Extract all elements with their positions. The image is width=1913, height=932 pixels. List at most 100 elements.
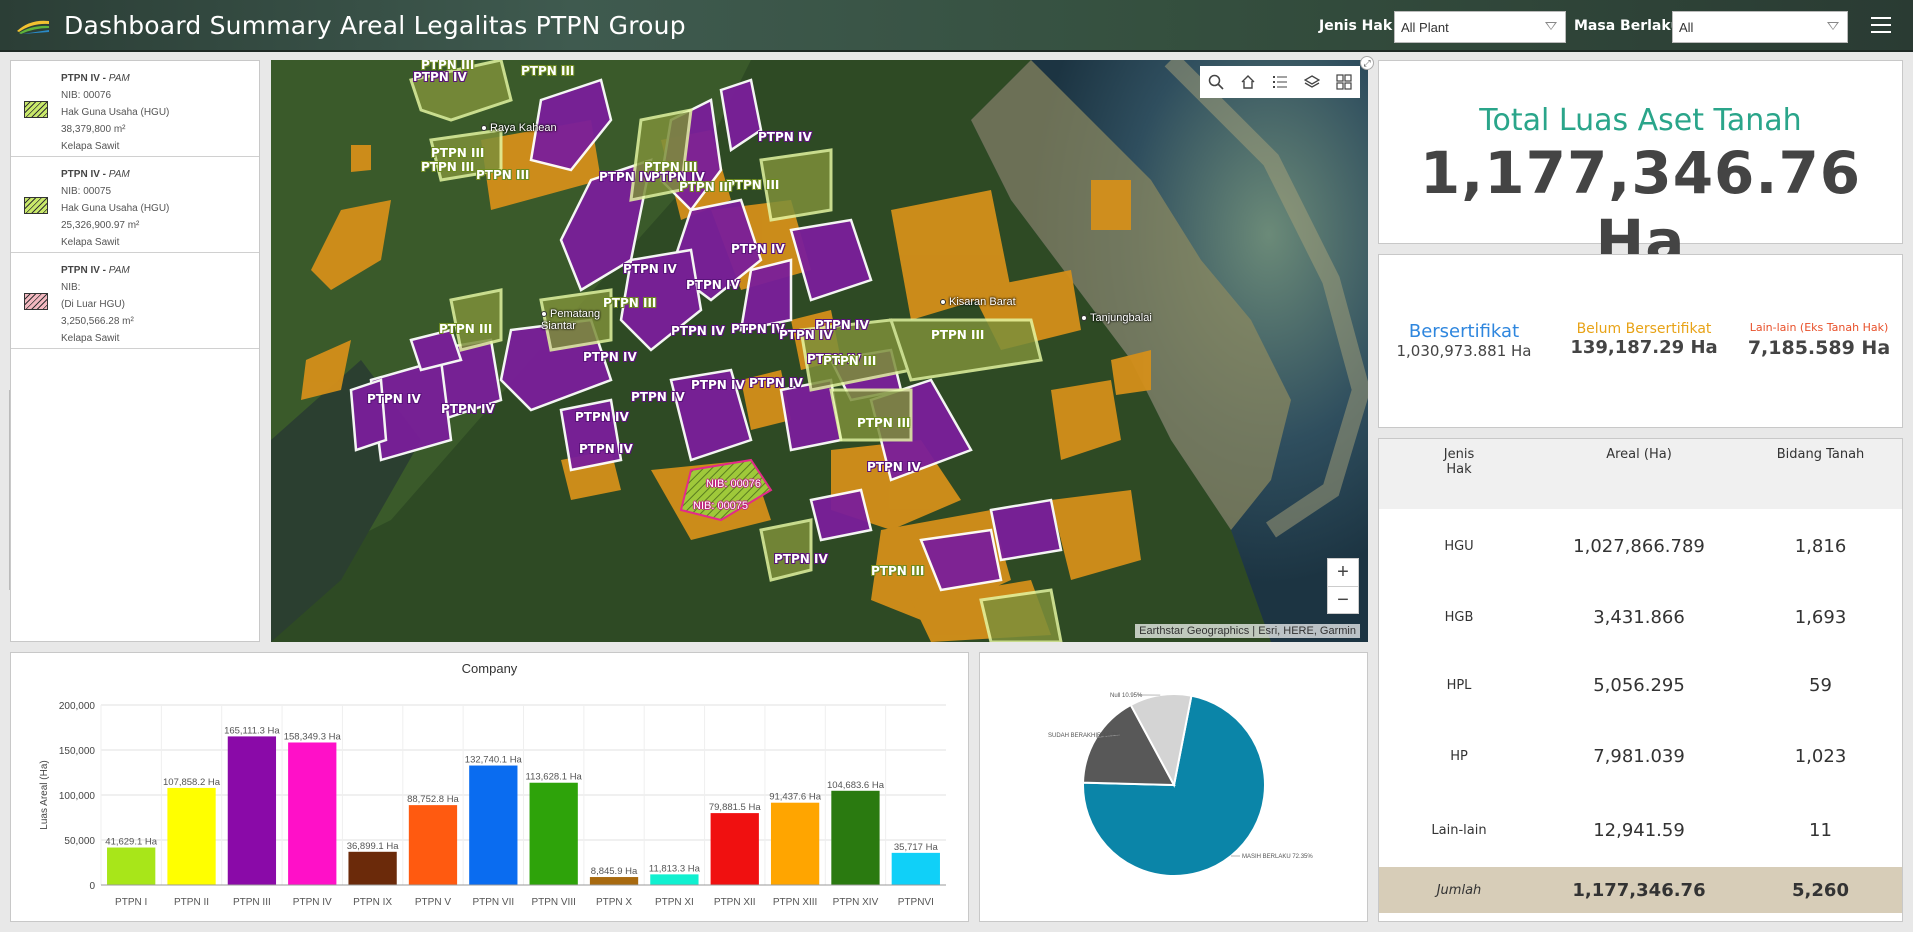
lain-lain-value: 7,185.589 Ha [1747,337,1891,359]
list-item-komoditas: Kelapa Sawit [61,333,120,344]
y-tick-label: 50,000 [64,836,95,847]
x-tick-label: PTPN X [596,897,632,908]
feature-list-item[interactable]: PTPN IV - PAM NIB: 00076 Hak Guna Usaha (H… [11,61,259,157]
hamburger-menu-icon[interactable] [1871,17,1891,33]
basemap-gallery-icon[interactable] [1328,66,1360,98]
x-tick-label: PTPN XIV [833,897,879,908]
map-label-ptpn-iv: PTPN IV [691,378,745,392]
list-item-hak: (Di Luar HGU) [61,299,125,310]
list-item-komoditas: Kelapa Sawit [61,141,120,152]
bar-ptpn-viii [529,782,578,885]
bar-data-label: 91,437.6 Ha [769,792,821,803]
hatch-symbol-icon [24,101,48,118]
jenis-hak-select[interactable]: All Plant [1394,11,1566,43]
table-row: HP 7,981.039 1,023 [1379,719,1902,793]
x-tick-label: PTPN V [415,897,451,908]
cell-bidang: 1,816 [1794,535,1847,557]
bar-data-label: 158,349.3 Ha [284,731,342,742]
pie-slice-label: SUDAH BERAKHIR 16.7% [1048,733,1121,739]
feature-list-panel: PTPN IV - PAM NIB: 00076 Hak Guna Usaha (H… [10,60,260,642]
dashboard-title: Dashboard Summary Areal Legalitas PTPN G… [64,11,686,40]
bar-ptpn-ii [167,787,216,885]
map-label-ptpn-iii: PTPN III [644,160,698,174]
x-tick-label: PTPN XII [714,897,756,908]
belum-bersertifikat-value: 139,187.29 Ha [1570,337,1718,358]
x-tick-label: PTPN IV [293,897,332,908]
place-pematang-siantar: Pematang Siantar [541,308,601,332]
list-item-company: PTPN IV - PAM [61,73,130,84]
layers-icon[interactable] [1296,66,1328,98]
column-header-areal: Areal (Ha) [1606,447,1672,462]
map-label-ptpn-iv: PTPN IV [731,242,785,256]
bar-ptpn-iv [288,742,337,885]
y-tick-label: 200,000 [59,701,96,712]
bar-data-label: 79,881.5 Ha [709,802,761,813]
ptpn-logo-icon [17,20,49,34]
x-tick-label: PTPN XIII [773,897,817,908]
map-label-ptpn-iii: PTPN III [439,322,493,336]
list-item-company: PTPN IV - PAM [61,265,130,276]
left-edge-tab[interactable] [0,390,10,590]
x-tick-label: PTPNVI [898,897,934,908]
total-title: Total Luas Aset Tanah [1479,103,1802,138]
legalitas-table: Jenis Hak Areal (Ha) Bidang Tanah HGU 1,0… [1379,439,1902,913]
bersertifikat-value: 1,030,973.881 Ha [1396,342,1532,360]
belum-bersertifikat-stat: Belum Bersertifikat 139,187.29 Ha [1559,321,1729,358]
cell-bidang: 59 [1809,674,1832,696]
map-toolbar [1200,66,1360,98]
bar-data-label: 113,628.1 Ha [526,772,583,783]
expand-icon[interactable]: ⤢ [1360,56,1374,70]
company-chart-panel: Company 0 50,000 100,000 150,000 200,000 Luas… [10,652,969,922]
bar-ptpnvi [891,852,940,885]
place-raya-kahean: Raya Kahean [481,122,557,134]
belum-bersertifikat-label: Belum Bersertifikat [1576,321,1712,337]
masa-berlaku-pie-panel: MASIH BERLAKU 72.35% SUDAH BERAKHIR 16.7%… [979,652,1368,922]
y-tick-label: 150,000 [59,746,96,757]
cell-jenis-hak: HGB [1444,609,1474,625]
map-label-ptpn-iv: PTPN IV [774,552,828,566]
zoom-out-button[interactable]: − [1328,586,1358,613]
place-kisaran-barat: Kisaran Barat [940,296,1016,308]
feature-list-item[interactable]: PTPN IV - PAM NIB: 00075 Hak Guna Usaha (H… [11,157,259,253]
bar-ptpn-iii [227,736,277,885]
masa-berlaku-select[interactable]: All [1672,11,1848,43]
map-label-ptpn-iv: PTPN IV [731,322,785,336]
bar-ptpn-xiii [770,802,820,885]
list-item-nib: NIB: [61,282,81,293]
list-item-nib: NIB: 00076 [61,90,112,101]
list-item-luas: 25,326,900.97 m² [61,220,140,231]
map-label-ptpn-iv: PTPN IV [631,390,685,404]
certification-status-panel: Bersertifikat 1,030,973.881 Ha Belum Ber… [1378,254,1903,428]
column-header-jenis-hak: Jenis Hak [1443,447,1475,477]
hatch-symbol-icon [24,197,48,214]
bar-data-label: 132,740.1 Ha [465,755,523,766]
table-row: HPL 5,056.295 59 [1379,651,1902,719]
map-label-ptpn-iii: PTPN III [857,416,911,430]
list-item-luas: 3,250,566.28 m² [61,316,134,327]
list-item-company: PTPN IV - PAM [61,169,130,180]
y-tick-label: 100,000 [59,791,96,802]
cell-jenis-hak: HPL [1446,677,1472,693]
map-label-ptpn-iv: PTPN IV [867,460,921,474]
map-label-ptpn-iv: PTPN IV [623,262,677,276]
bersertifikat-label: Bersertifikat [1408,321,1520,342]
feature-list-item[interactable]: PTPN IV - PAM NIB: (Di Luar HGU) 3,250,566… [11,253,259,349]
map-label-ptpn-iii: PTPN III [421,60,475,72]
table-row: HGU 1,027,866.789 1,816 [1379,509,1902,583]
legend-list-icon[interactable] [1264,66,1296,98]
lain-lain-stat: Lain-lain (Eks Tanah Hak) 7,185.589 Ha [1739,321,1899,359]
cell-bidang: 1,023 [1794,745,1847,767]
x-tick-label: PTPN III [233,897,271,908]
zoom-in-button[interactable]: + [1328,559,1358,586]
nib-label-00075: NIB: 00075 [693,500,749,512]
map-label-ptpn-iii: PTPN III [431,146,485,160]
search-icon[interactable] [1200,66,1232,98]
chevron-down-icon [1827,22,1839,30]
home-icon[interactable] [1232,66,1264,98]
map-attribution: Earthstar Geographics | Esri, HERE, Garm… [1135,624,1360,638]
map-label-ptpn-iv: PTPN IV [815,318,869,332]
map-view[interactable]: PTPN IV PTPN IV PTPN IV PTPN IV PTPN IV PTPN … [271,60,1368,642]
bar-data-label: 41,629.1 Ha [105,837,157,848]
company-bar-chart: 0 50,000 100,000 150,000 200,000 Luas Areal (… [39,701,946,908]
bar-ptpn-v [408,805,458,885]
